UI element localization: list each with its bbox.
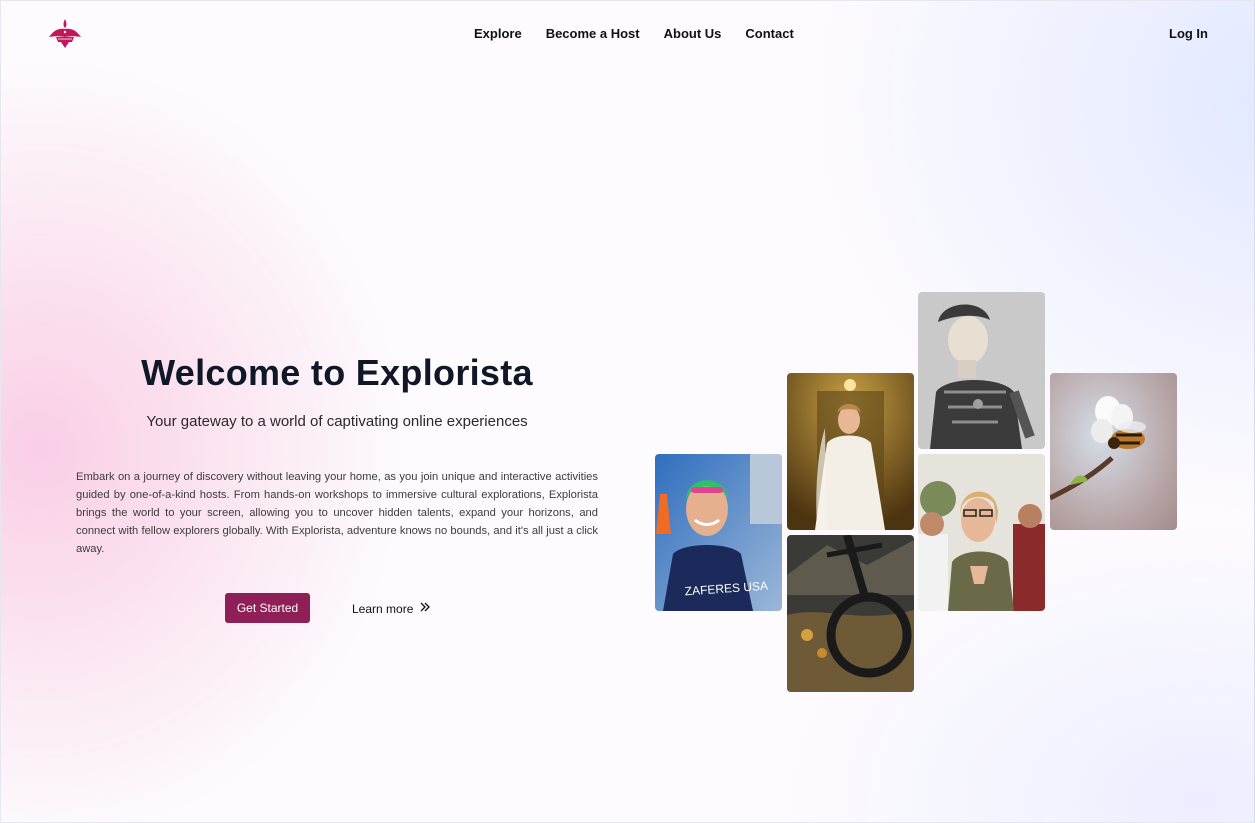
chevrons-right-icon (419, 601, 431, 616)
concert-crowd-photo (918, 454, 1045, 611)
login-link[interactable]: Log In (1169, 26, 1208, 41)
learn-more-link[interactable]: Learn more (352, 601, 431, 616)
nav-contact[interactable]: Contact (745, 26, 793, 41)
nav-explore[interactable]: Explore (474, 26, 522, 41)
hero-title: Welcome to Explorista (141, 352, 533, 393)
hero-subtitle: Your gateway to a world of captivating o… (146, 413, 528, 430)
bride-photo (787, 373, 914, 530)
get-started-button[interactable]: Get Started (225, 593, 310, 623)
mountain-bike-photo (787, 535, 914, 692)
learn-more-label: Learn more (352, 601, 414, 616)
bee-flower-photo (1050, 373, 1177, 530)
main-nav: Explore Become a Host About Us Contact (474, 26, 794, 41)
bird-logo-icon[interactable] (47, 17, 83, 49)
nav-become-host[interactable]: Become a Host (546, 26, 640, 41)
swimmer-photo: ZAFERES USA (655, 454, 782, 611)
hero-description: Embark on a journey of discovery without… (76, 471, 598, 555)
nav-about-us[interactable]: About Us (664, 26, 722, 41)
robot-photo (918, 292, 1045, 449)
